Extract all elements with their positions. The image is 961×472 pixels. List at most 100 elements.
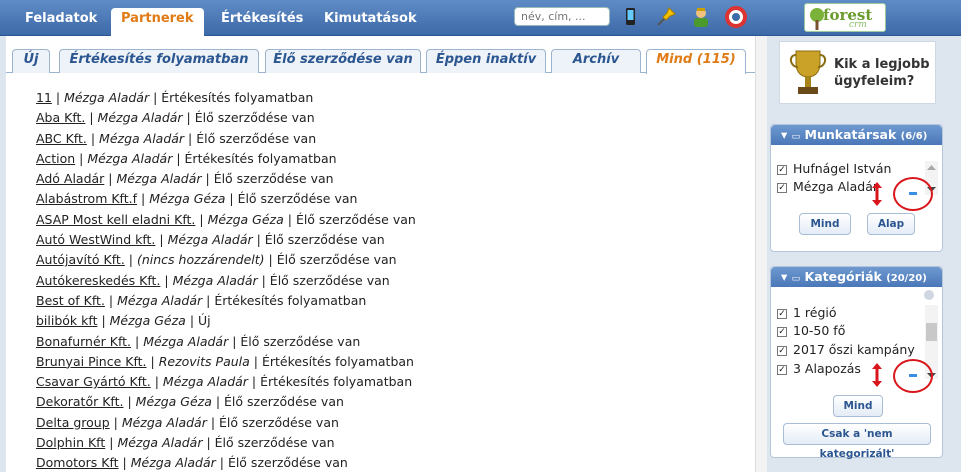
- partner-name-link[interactable]: Domotors Kft: [36, 455, 119, 470]
- category-name: 10-50 fő: [793, 323, 846, 338]
- partner-owner: Mézga Aladár: [87, 150, 173, 166]
- partner-name-link[interactable]: Autókereskedés Kft.: [36, 273, 160, 288]
- partner-status: Új: [198, 313, 211, 329]
- partner-name-link[interactable]: Bonafurnér Kft.: [36, 334, 131, 349]
- partner-status: Értékesítés folyamatban: [214, 292, 367, 308]
- partner-row: Aba Kft. | Mézga Aladár | Élő szerződése…: [36, 110, 315, 126]
- resize-handle[interactable]: [909, 374, 917, 377]
- partner-row: 11 | Mézga Aladár | Értékesítés folyamat…: [36, 90, 314, 105]
- tab-ertekesites-folyamatban[interactable]: Értékesítés folyamatban: [59, 49, 259, 73]
- partner-list-panel: Új Értékesítés folyamatban Élő szerződés…: [6, 36, 755, 472]
- partner-name-link[interactable]: Delta group: [36, 415, 110, 430]
- categories-all-button[interactable]: Mind: [833, 395, 883, 417]
- partner-status: Élő szerződése van: [264, 232, 385, 248]
- checkbox[interactable]: ✓: [777, 346, 787, 356]
- uncategorized-only-button[interactable]: Csak a 'nem kategorizált': [783, 423, 931, 460]
- partner-status: Élő szerződése van: [224, 394, 344, 410]
- partner-name-link[interactable]: 11: [36, 90, 52, 105]
- partner-list: 11 | Mézga Aladár | Értékesítés folyamat…: [36, 88, 416, 472]
- partner-owner: Mézga Aladár: [117, 292, 203, 308]
- partner-owner: Mézga Aladár: [167, 232, 253, 248]
- partner-row: Delta group | Mézga Aladár | Élő szerződ…: [36, 414, 339, 430]
- checkbox[interactable]: ✓: [777, 183, 787, 193]
- category-item[interactable]: ✓ 3 Alapozás: [777, 361, 861, 376]
- partner-name-link[interactable]: Aba Kft.: [36, 110, 85, 125]
- workers-all-button[interactable]: Mind: [799, 213, 851, 235]
- partner-status: Élő szerződése van: [240, 333, 361, 349]
- category-item[interactable]: ✓ 2017 őszi kampány: [777, 342, 915, 357]
- partner-status: Értékesítés folyamatban: [184, 150, 337, 166]
- checkbox[interactable]: ✓: [777, 165, 787, 175]
- tab-uj[interactable]: Új: [12, 49, 50, 73]
- top-nav: Feladatok Partnerek Értékesítés Kimutatá…: [0, 0, 961, 36]
- workers-count: (6/6): [900, 131, 928, 142]
- partner-owner: Mézga Aladár: [121, 414, 207, 430]
- collapse-arrow-icon[interactable]: ▾: [781, 127, 787, 142]
- window-icon: ▭: [791, 274, 801, 284]
- partner-row: Autókereskedés Kft. | Mézga Aladár | Élő…: [36, 272, 390, 288]
- forest-crm-logo: forest crm: [804, 3, 886, 32]
- phone-icon[interactable]: [619, 6, 641, 28]
- partner-name-link[interactable]: Dekoratőr Kft.: [36, 394, 123, 409]
- category-name: 3 Alapozás: [793, 361, 861, 376]
- promo-line-2: ügyfeleim?: [834, 74, 915, 89]
- user-icon[interactable]: [690, 6, 712, 28]
- category-item[interactable]: ✓ 1 régió: [777, 305, 837, 320]
- nav-tab-feladatok[interactable]: Feladatok: [15, 8, 107, 36]
- partner-status: Élő szerződése van: [269, 272, 390, 288]
- best-customers-promo[interactable]: Kik a legjobb ügyfeleim?: [779, 41, 936, 104]
- collapse-arrow-icon[interactable]: ▾: [781, 269, 787, 284]
- main-scrollbar[interactable]: [755, 36, 767, 472]
- partner-name-link[interactable]: ASAP Most kell eladni Kft.: [36, 212, 195, 227]
- category-name: 1 régió: [793, 305, 837, 320]
- tab-eppen-inaktiv[interactable]: Éppen inaktív: [426, 49, 546, 73]
- resize-handle[interactable]: [909, 192, 917, 195]
- category-item[interactable]: ✓ 10-50 fő: [777, 323, 845, 338]
- nav-tab-kimutatasok[interactable]: Kimutatások: [314, 8, 427, 36]
- pin-icon[interactable]: [655, 6, 677, 28]
- partner-row: Adó Aladár | Mézga Aladár | Élő szerződé…: [36, 171, 334, 187]
- partner-name-link[interactable]: Alabástrom Kft.f: [36, 191, 137, 206]
- partner-owner: Mézga Géza: [149, 191, 226, 207]
- partner-name-link[interactable]: Adó Aladár: [36, 171, 104, 186]
- partner-status: Értékesítés folyamatban: [161, 90, 314, 105]
- partner-name-link[interactable]: Dolphin Kft: [36, 435, 105, 450]
- partner-status: Élő szerződése van: [276, 252, 397, 268]
- nav-tab-ertekesites[interactable]: Értékesítés: [211, 8, 313, 36]
- help-lifebuoy-icon[interactable]: [725, 6, 747, 28]
- checkbox[interactable]: ✓: [777, 327, 787, 337]
- categories-header[interactable]: ▾ ▭ Kategóriák (20/20): [771, 267, 942, 287]
- partner-row: Best of Kft. | Mézga Aladár | Értékesíté…: [36, 292, 367, 308]
- worker-item[interactable]: ✓ Mézga Aladár: [777, 179, 878, 194]
- trophy-icon: [790, 50, 826, 94]
- workers-default-button[interactable]: Alap: [867, 213, 915, 235]
- partner-row: Dolphin Kft | Mézga Aladár | Élő szerződ…: [36, 435, 335, 451]
- checkbox[interactable]: ✓: [777, 365, 787, 375]
- partner-name-link[interactable]: Csavar Gyártó Kft.: [36, 374, 151, 389]
- partner-owner: Mézga Aladár: [99, 130, 185, 146]
- partner-status: Élő szerződése van: [227, 455, 348, 471]
- tab-mind[interactable]: Mind (115): [646, 49, 746, 74]
- partner-owner: Mézga Géza: [207, 211, 284, 227]
- partner-name-link[interactable]: Action: [36, 151, 75, 166]
- search-input[interactable]: [514, 7, 610, 26]
- partner-row: Domotors Kft | Mézga Aladár | Élő szerző…: [36, 455, 348, 471]
- partner-name-link[interactable]: Autó WestWind kft.: [36, 232, 155, 247]
- worker-item[interactable]: ✓ Hufnágel István: [777, 161, 891, 176]
- info-icon[interactable]: [923, 289, 935, 301]
- partner-status: Élő szerződése van: [196, 130, 317, 146]
- partner-name-link[interactable]: ABC Kft.: [36, 131, 87, 146]
- partner-name-link[interactable]: Brunyai Pince Kft.: [36, 354, 147, 369]
- logo-subtext: crm: [849, 20, 867, 30]
- tab-archiv[interactable]: Archív: [551, 49, 641, 73]
- tab-elo-szerzodes[interactable]: Élő szerződése van: [265, 49, 421, 73]
- workers-header[interactable]: ▾ ▭ Munkatársak (6/6): [771, 125, 942, 145]
- workers-title: Munkatársak: [804, 127, 897, 142]
- partner-status: Élő szerződése van: [237, 191, 358, 207]
- partner-name-link[interactable]: Best of Kft.: [36, 293, 105, 308]
- nav-tab-partnerek[interactable]: Partnerek: [111, 8, 204, 36]
- partner-name-link[interactable]: bilibók kft: [36, 313, 97, 328]
- partner-name-link[interactable]: Autójavító Kft.: [36, 252, 125, 267]
- checkbox[interactable]: ✓: [777, 309, 787, 319]
- partner-owner: Mézga Géza: [109, 313, 186, 329]
